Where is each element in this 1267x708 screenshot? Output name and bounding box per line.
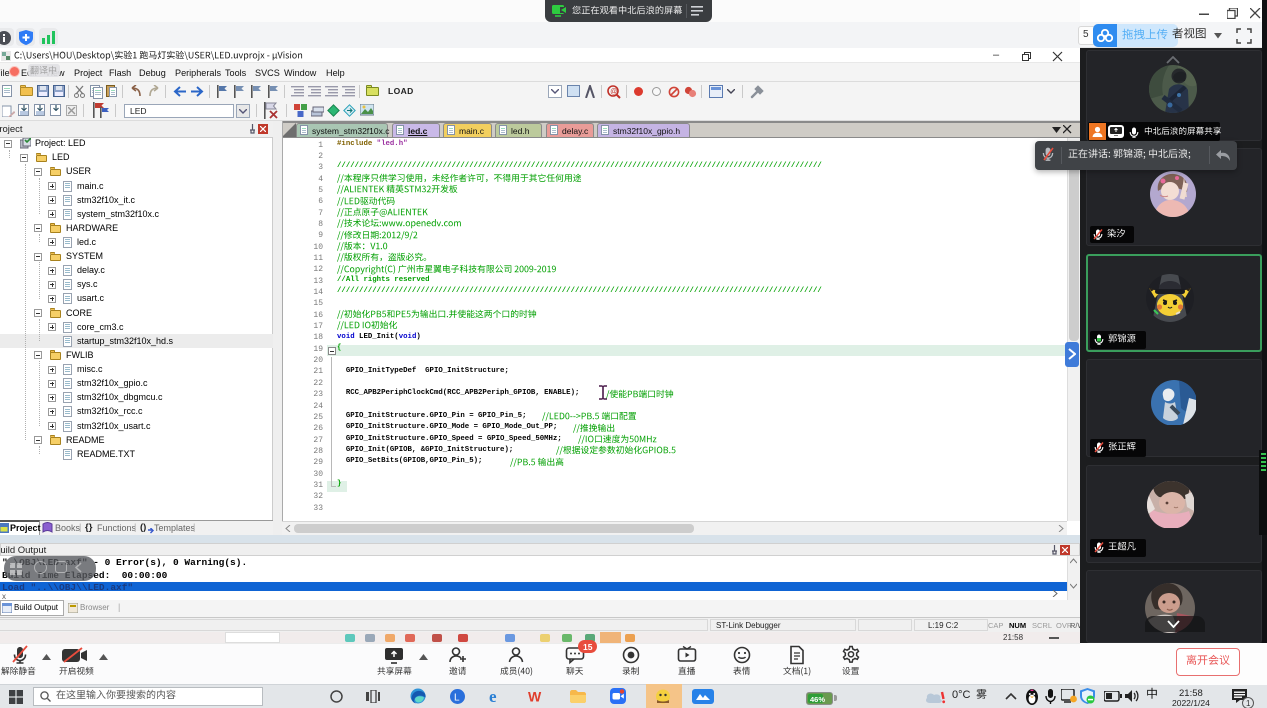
- svg-text:1: 1: [1246, 699, 1251, 708]
- svg-text:@: @: [610, 89, 617, 96]
- svg-text:W: W: [528, 689, 542, 705]
- svg-text:e: e: [489, 687, 497, 704]
- svg-text:L: L: [454, 693, 460, 704]
